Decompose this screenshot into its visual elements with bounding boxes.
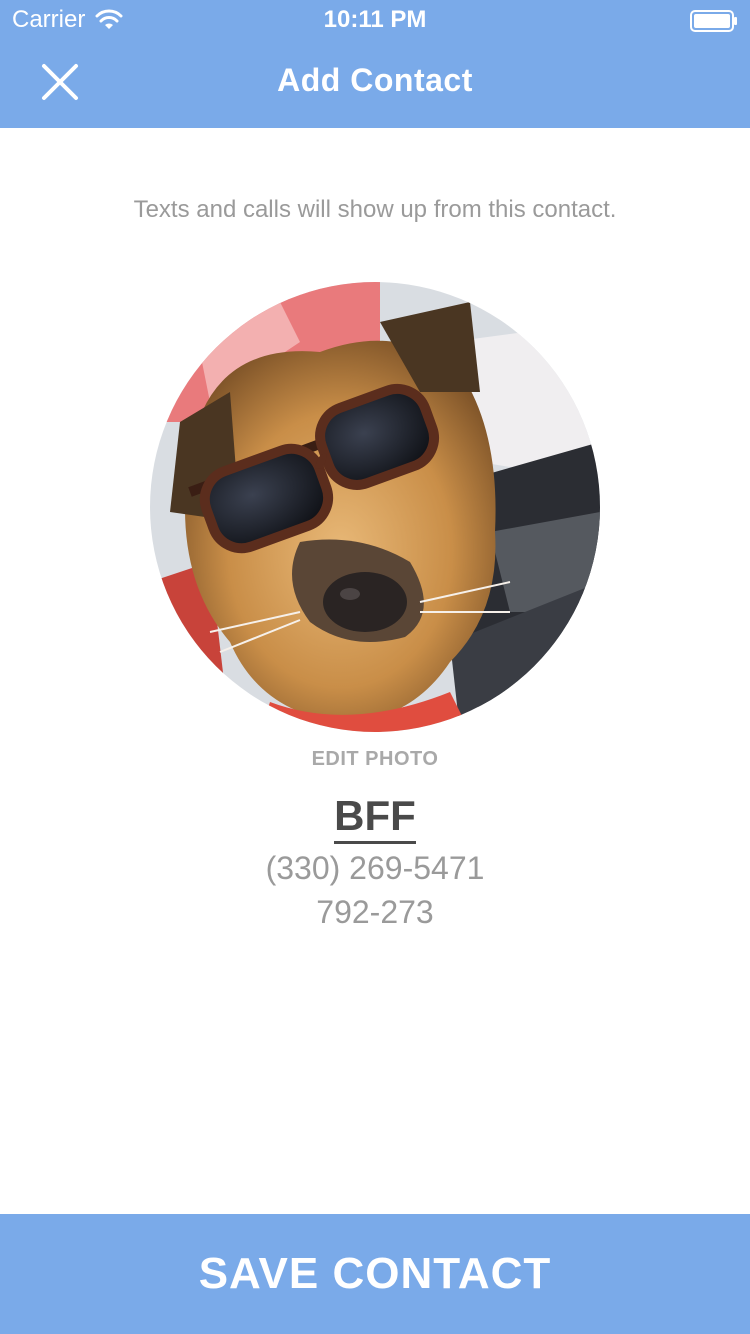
contact-name-text: BFF (334, 792, 416, 844)
contact-name[interactable]: BFF (0, 792, 750, 844)
page-title: Add Contact (277, 62, 473, 98)
status-time: 10:11 PM (323, 6, 427, 33)
add-contact-screen: Carrier 10:11 PM Add Contact Texts and c… (0, 0, 750, 1334)
subtitle-text: Texts and calls will show up from this c… (133, 196, 617, 223)
contact-avatar[interactable] (150, 282, 600, 732)
dog-photo (150, 282, 600, 732)
status-bar: Carrier 10:11 PM (0, 0, 750, 40)
battery-icon (690, 10, 737, 32)
header-bar: Carrier 10:11 PM Add Contact (0, 0, 750, 128)
contact-extension: 792-273 (316, 894, 434, 930)
save-contact-button[interactable]: SAVE CONTACT (0, 1214, 750, 1334)
contact-phone: (330) 269-5471 (265, 850, 485, 886)
edit-photo-link[interactable]: EDIT PHOTO (0, 748, 750, 771)
